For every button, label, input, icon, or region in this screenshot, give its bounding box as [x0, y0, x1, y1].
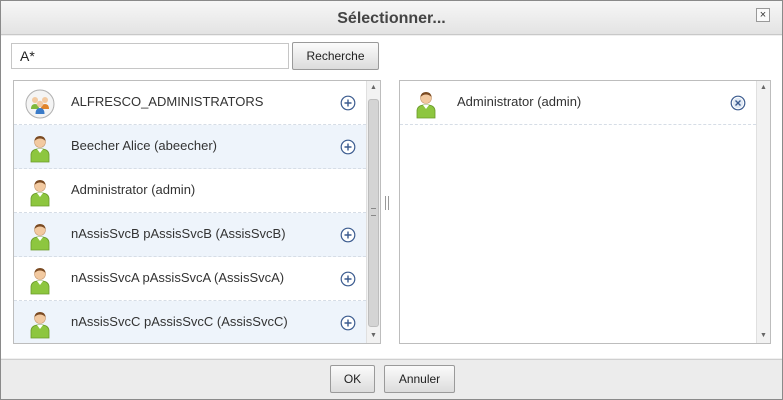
result-row[interactable]: ALFRESCO_ADMINISTRATORS	[14, 81, 366, 125]
user-icon	[416, 92, 436, 119]
dialog-body: Recherche ALFRESCO_ADMINISTRATORS Beecher…	[1, 36, 782, 358]
add-icon[interactable]	[340, 95, 356, 111]
add-icon[interactable]	[340, 315, 356, 331]
user-icon	[30, 224, 50, 251]
search-input[interactable]	[11, 43, 289, 69]
user-icon	[30, 180, 50, 207]
user-icon	[30, 136, 50, 163]
result-label: nAssisSvcA pAssisSvcA (AssisSvcA)	[71, 270, 285, 285]
results-list: ALFRESCO_ADMINISTRATORS Beecher Alice (ab…	[14, 81, 366, 343]
results-scrollbar[interactable]: ▲ ▼	[366, 81, 380, 343]
cancel-button[interactable]: Annuler	[384, 365, 455, 393]
scroll-up-arrow-icon[interactable]: ▲	[757, 81, 770, 95]
scroll-up-arrow-icon[interactable]: ▲	[367, 81, 380, 95]
scroll-down-arrow-icon[interactable]: ▼	[367, 329, 380, 343]
dialog-footer: OK Annuler	[1, 359, 782, 399]
select-dialog: Sélectionner... × Recherche ALFRESCO_ADM…	[0, 0, 783, 400]
ok-button[interactable]: OK	[330, 365, 375, 393]
selected-label: Administrator (admin)	[457, 94, 582, 109]
dialog-title: Sélectionner...	[337, 10, 446, 27]
result-label: nAssisSvcB pAssisSvcB (AssisSvcB)	[71, 226, 286, 241]
user-icon	[30, 312, 50, 339]
add-icon[interactable]	[340, 139, 356, 155]
selected-scrollbar[interactable]: ▲ ▼	[756, 81, 770, 343]
group-icon	[25, 89, 55, 119]
panel-splitter[interactable]	[385, 196, 389, 210]
remove-icon[interactable]	[730, 95, 746, 111]
result-row[interactable]: nAssisSvcC pAssisSvcC (AssisSvcC)	[14, 301, 366, 343]
result-row[interactable]: nAssisSvcB pAssisSvcB (AssisSvcB)	[14, 213, 366, 257]
result-label: nAssisSvcC pAssisSvcC (AssisSvcC)	[71, 314, 288, 329]
add-icon[interactable]	[340, 271, 356, 287]
selected-panel: Administrator (admin) ▲ ▼	[399, 80, 771, 344]
close-button[interactable]: ×	[756, 8, 770, 22]
scroll-down-arrow-icon[interactable]: ▼	[757, 329, 770, 343]
result-label: ALFRESCO_ADMINISTRATORS	[71, 94, 264, 109]
grip-icon	[371, 208, 376, 216]
results-panel: ALFRESCO_ADMINISTRATORS Beecher Alice (ab…	[13, 80, 381, 344]
result-row[interactable]: nAssisSvcA pAssisSvcA (AssisSvcA)	[14, 257, 366, 301]
dialog-titlebar: Sélectionner... ×	[1, 1, 782, 35]
result-row[interactable]: Beecher Alice (abeecher)	[14, 125, 366, 169]
scroll-thumb[interactable]	[368, 99, 379, 327]
result-label: Beecher Alice (abeecher)	[71, 138, 217, 153]
search-button[interactable]: Recherche	[292, 42, 379, 70]
result-row[interactable]: Administrator (admin)	[14, 169, 366, 213]
selected-row: Administrator (admin)	[400, 81, 756, 125]
add-icon[interactable]	[340, 227, 356, 243]
selected-list: Administrator (admin)	[400, 81, 756, 343]
result-label: Administrator (admin)	[71, 182, 196, 197]
user-icon	[30, 268, 50, 295]
